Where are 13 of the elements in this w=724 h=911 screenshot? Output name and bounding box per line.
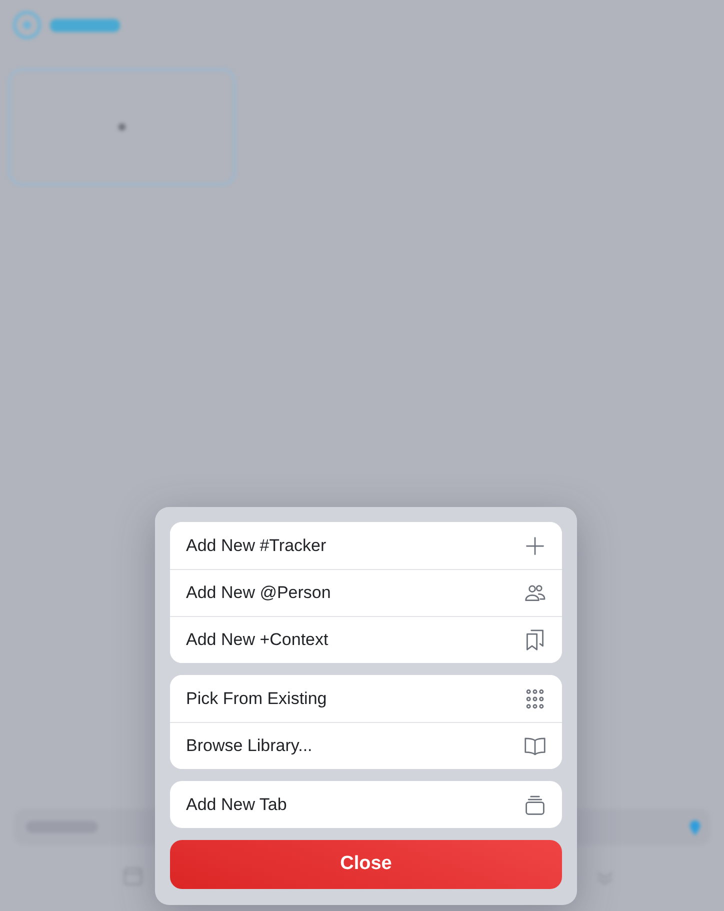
- people-icon: [524, 582, 546, 604]
- grid-icon: [524, 688, 546, 710]
- add-card[interactable]: [8, 68, 236, 186]
- menu-item[interactable]: Browse Library...: [170, 722, 562, 769]
- dot-icon: [117, 122, 127, 132]
- close-button[interactable]: Close: [170, 840, 562, 889]
- tabs-stack-icon: [524, 794, 546, 816]
- menu-item[interactable]: Add New +Context: [170, 616, 562, 663]
- app-logo-icon: [12, 10, 42, 40]
- logo-text-bar: [50, 18, 120, 32]
- book-icon: [524, 735, 546, 757]
- plus-icon: [524, 534, 546, 556]
- bookmarks-icon: [524, 629, 546, 651]
